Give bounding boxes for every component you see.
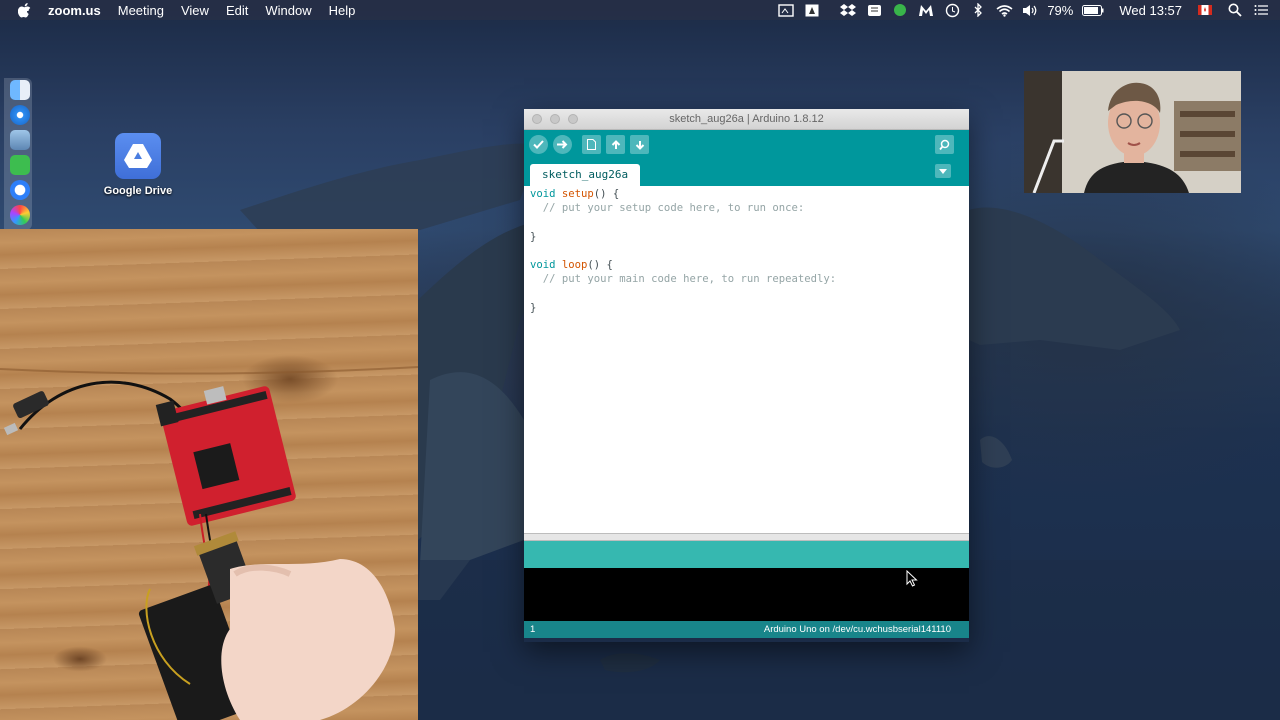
sketch-tab-bar: sketch_aug26a <box>524 158 969 186</box>
tab-menu-button[interactable] <box>935 164 951 178</box>
close-window-button[interactable] <box>532 114 542 124</box>
pane-divider[interactable] <box>524 533 969 541</box>
checkmark-icon <box>533 140 544 149</box>
board-port-status: Arduino Uno on /dev/cu.wchusbserial14111… <box>763 624 951 635</box>
apple-icon[interactable] <box>18 2 32 18</box>
malwarebytes-icon[interactable] <box>917 3 935 17</box>
status-bar: 1 Arduino Uno on /dev/cu.wchusbserial141… <box>524 621 969 638</box>
arrow-down-icon <box>635 140 644 150</box>
line-number: 1 <box>530 624 536 635</box>
code-punct: () { <box>587 258 613 271</box>
green-status-icon[interactable] <box>891 3 909 17</box>
open-sketch-button[interactable] <box>606 135 625 154</box>
finder-icon[interactable] <box>10 80 30 100</box>
message-bar <box>524 541 969 568</box>
canada-flag-icon[interactable] <box>1196 3 1214 17</box>
mouse-cursor-icon <box>906 570 918 587</box>
volume-icon[interactable] <box>1021 3 1039 17</box>
participant-scene <box>1024 71 1241 193</box>
zoom-window-button[interactable] <box>568 114 578 124</box>
notes-icon[interactable] <box>865 3 883 17</box>
camera-scene <box>0 366 418 720</box>
zoom-icon[interactable] <box>10 180 30 200</box>
desktop-icon-label: Google Drive <box>103 185 173 197</box>
google-drive-icon <box>115 133 161 179</box>
menu-clock[interactable]: Wed 13:57 <box>1119 3 1182 18</box>
screen-share-icon[interactable] <box>777 3 795 17</box>
dock <box>4 78 32 230</box>
chevron-down-icon <box>939 168 947 174</box>
tab-sketch[interactable]: sketch_aug26a <box>530 164 641 186</box>
code-line: void loop() { <box>530 258 969 272</box>
safari-icon[interactable] <box>10 105 30 125</box>
battery-percentage: 79% <box>1047 2 1074 18</box>
save-sketch-button[interactable] <box>630 135 649 154</box>
window-title: sketch_aug26a | Arduino 1.8.12 <box>669 113 824 125</box>
preview-icon[interactable] <box>10 130 30 150</box>
code-punct: () { <box>593 188 620 200</box>
arduino-ide-window: sketch_aug26a | Arduino 1.8.12 sketch_au… <box>524 109 969 642</box>
new-sketch-button[interactable] <box>582 135 601 154</box>
code-keyword: void <box>530 188 556 200</box>
code-editor[interactable]: void setup() { // put your setup code he… <box>524 186 969 533</box>
menu-bar: zoom.us Meeting View Edit Window Help 79… <box>0 0 1280 20</box>
desktop-icon-google-drive[interactable]: Google Drive <box>102 133 174 197</box>
overhead-camera-feed <box>0 229 418 720</box>
wifi-icon[interactable] <box>995 3 1013 17</box>
verify-button[interactable] <box>529 135 548 154</box>
time-machine-icon[interactable] <box>943 3 961 17</box>
code-text: void setup() { // put your setup code he… <box>524 186 969 315</box>
code-comment: // put your main code here, to run repea… <box>530 273 837 286</box>
code-comment: // put your setup code here, to run once… <box>530 202 805 215</box>
console-output[interactable] <box>524 568 969 621</box>
code-function: setup <box>561 188 594 200</box>
code-line: } <box>530 230 537 243</box>
drive-status-icon[interactable] <box>803 3 821 17</box>
menu-app-name[interactable]: zoom.us <box>48 3 101 18</box>
photos-icon[interactable] <box>10 205 30 225</box>
code-keyword: void <box>530 258 556 271</box>
messages-icon[interactable] <box>10 155 30 175</box>
participant-video <box>1024 71 1241 193</box>
status-menus: 79% Wed 13:57 <box>777 0 1280 20</box>
code-line: void setup() { <box>530 187 969 201</box>
menu-item-meeting[interactable]: Meeting <box>118 3 164 18</box>
arrow-up-icon <box>611 139 620 149</box>
code-function: loop <box>561 258 588 271</box>
notification-center-icon[interactable] <box>1252 3 1270 17</box>
battery-icon[interactable] <box>1081 3 1105 17</box>
minimize-window-button[interactable] <box>550 114 560 124</box>
spotlight-search-icon[interactable] <box>1226 3 1244 17</box>
window-titlebar[interactable]: sketch_aug26a | Arduino 1.8.12 <box>524 109 969 130</box>
serial-monitor-button[interactable] <box>935 135 954 154</box>
menu-item-view[interactable]: View <box>181 3 209 18</box>
ide-toolbar <box>524 130 969 158</box>
window-controls <box>532 114 586 124</box>
menu-item-edit[interactable]: Edit <box>226 3 248 18</box>
bluetooth-icon[interactable] <box>969 3 987 17</box>
arrow-right-icon <box>557 140 568 149</box>
menu-item-help[interactable]: Help <box>329 3 356 18</box>
dropbox-icon[interactable] <box>839 3 857 17</box>
new-file-icon <box>587 139 596 150</box>
upload-button[interactable] <box>553 135 572 154</box>
code-line: } <box>530 301 537 314</box>
magnifier-icon <box>938 139 949 150</box>
menu-item-window[interactable]: Window <box>265 3 311 18</box>
